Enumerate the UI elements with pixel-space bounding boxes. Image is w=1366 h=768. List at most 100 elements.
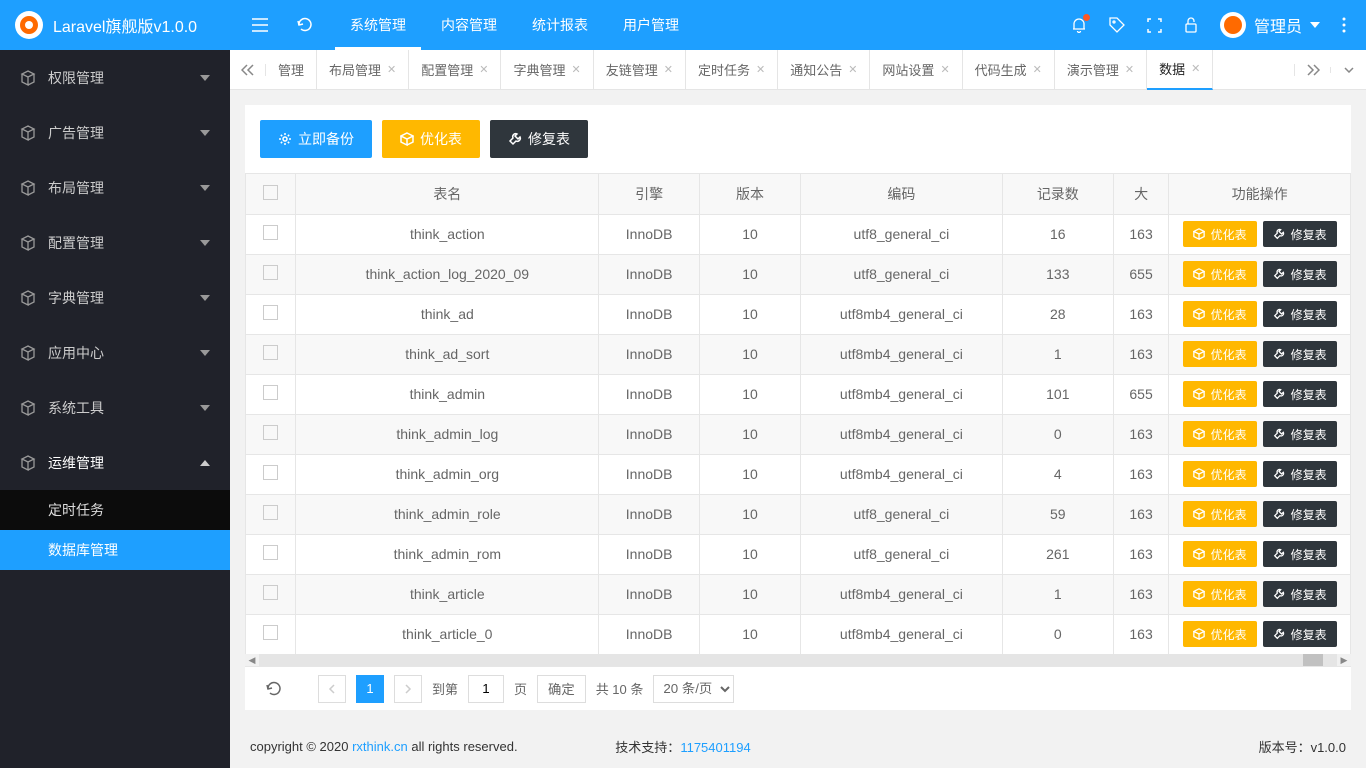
tab[interactable]: 网站设置✕ (870, 50, 962, 90)
row-repair-button[interactable]: 修复表 (1263, 261, 1337, 287)
more-icon[interactable] (1342, 17, 1346, 33)
row-checkbox[interactable] (263, 305, 278, 320)
tab[interactable]: 定时任务✕ (686, 50, 778, 90)
close-icon[interactable]: ✕ (940, 63, 949, 76)
row-repair-button[interactable]: 修复表 (1263, 541, 1337, 567)
sidebar-item[interactable]: 运维管理 (0, 435, 230, 490)
fullscreen-icon[interactable] (1147, 18, 1162, 33)
row-checkbox[interactable] (263, 625, 278, 640)
row-repair-button[interactable]: 修复表 (1263, 501, 1337, 527)
row-optimize-button[interactable]: 优化表 (1183, 501, 1257, 527)
user-menu[interactable]: 管理员 (1220, 12, 1320, 38)
row-optimize-button[interactable]: 优化表 (1183, 581, 1257, 607)
copyright-link[interactable]: rxthink.cn (352, 739, 408, 754)
row-checkbox[interactable] (263, 585, 278, 600)
menu-toggle-icon[interactable] (250, 15, 270, 35)
goto-confirm-button[interactable]: 确定 (537, 675, 586, 703)
tab[interactable]: 管理 (266, 50, 317, 90)
row-repair-button[interactable]: 修复表 (1263, 421, 1337, 447)
row-checkbox[interactable] (263, 545, 278, 560)
row-repair-button[interactable]: 修复表 (1263, 341, 1337, 367)
tab[interactable]: 演示管理✕ (1055, 50, 1147, 90)
page-input[interactable] (468, 675, 504, 703)
row-optimize-button[interactable]: 优化表 (1183, 301, 1257, 327)
sidebar-item[interactable]: 广告管理 (0, 105, 230, 160)
prev-page-button[interactable] (318, 675, 346, 703)
tab[interactable]: 布局管理✕ (317, 50, 409, 90)
close-icon[interactable]: ✕ (756, 63, 765, 76)
refresh-icon[interactable] (295, 15, 315, 35)
tab[interactable]: 配置管理✕ (409, 50, 501, 90)
tag-icon[interactable] (1109, 17, 1125, 33)
sidebar-subitem[interactable]: 定时任务 (0, 490, 230, 530)
topnav-item[interactable]: 统计报表 (517, 0, 603, 50)
tab-menu[interactable] (1330, 67, 1366, 73)
row-checkbox[interactable] (263, 345, 278, 360)
row-repair-button[interactable]: 修复表 (1263, 461, 1337, 487)
row-checkbox[interactable] (263, 465, 278, 480)
tab[interactable]: 友链管理✕ (594, 50, 686, 90)
row-checkbox[interactable] (263, 385, 278, 400)
app-title: Laravel旗舰版v1.0.0 (53, 13, 197, 37)
sidebar-subitem[interactable]: 数据库管理 (0, 530, 230, 570)
tab-scroll-left[interactable] (230, 64, 266, 76)
tab[interactable]: 代码生成✕ (963, 50, 1055, 90)
sidebar-item[interactable]: 字典管理 (0, 270, 230, 325)
row-repair-button[interactable]: 修复表 (1263, 301, 1337, 327)
scroll-thumb[interactable] (1303, 654, 1323, 666)
close-icon[interactable]: ✕ (1125, 63, 1134, 76)
row-optimize-button[interactable]: 优化表 (1183, 341, 1257, 367)
lock-icon[interactable] (1184, 17, 1198, 33)
row-checkbox[interactable] (263, 265, 278, 280)
sidebar-item[interactable]: 应用中心 (0, 325, 230, 380)
scroll-left-arrow[interactable]: ◀ (245, 654, 259, 666)
sidebar-item[interactable]: 系统工具 (0, 380, 230, 435)
optimize-button[interactable]: 优化表 (382, 120, 480, 158)
repair-button[interactable]: 修复表 (490, 120, 588, 158)
topnav-item[interactable]: 内容管理 (426, 0, 512, 50)
scroll-right-arrow[interactable]: ▶ (1337, 654, 1351, 666)
close-icon[interactable]: ✕ (664, 63, 673, 76)
close-icon[interactable]: ✕ (387, 63, 396, 76)
page-1-button[interactable]: 1 (356, 675, 384, 703)
tab-scroll-right[interactable] (1294, 64, 1330, 76)
row-checkbox[interactable] (263, 225, 278, 240)
support-link[interactable]: 1175401194 (680, 740, 750, 755)
row-optimize-button[interactable]: 优化表 (1183, 461, 1257, 487)
row-checkbox[interactable] (263, 505, 278, 520)
topnav-item[interactable]: 系统管理 (335, 0, 421, 50)
tab[interactable]: 字典管理✕ (501, 50, 593, 90)
row-checkbox[interactable] (263, 425, 278, 440)
row-optimize-button[interactable]: 优化表 (1183, 541, 1257, 567)
cell-engine: InnoDB (599, 374, 700, 414)
tab[interactable]: 数据✕ (1147, 50, 1213, 90)
sidebar-item[interactable]: 配置管理 (0, 215, 230, 270)
goto-label: 到第 (432, 679, 458, 698)
tab[interactable]: 通知公告✕ (778, 50, 870, 90)
row-optimize-button[interactable]: 优化表 (1183, 621, 1257, 647)
sidebar-item[interactable]: 布局管理 (0, 160, 230, 215)
close-icon[interactable]: ✕ (1033, 63, 1042, 76)
close-icon[interactable]: ✕ (1191, 62, 1200, 75)
row-repair-button[interactable]: 修复表 (1263, 581, 1337, 607)
page-size-select[interactable]: 20 条/页 (653, 675, 734, 703)
row-optimize-button[interactable]: 优化表 (1183, 381, 1257, 407)
row-repair-button[interactable]: 修复表 (1263, 621, 1337, 647)
sidebar-item[interactable]: 权限管理 (0, 50, 230, 105)
backup-button[interactable]: 立即备份 (260, 120, 372, 158)
close-icon[interactable]: ✕ (848, 63, 857, 76)
horizontal-scrollbar[interactable]: ◀ ▶ (245, 654, 1351, 666)
row-optimize-button[interactable]: 优化表 (1183, 261, 1257, 287)
close-icon[interactable]: ✕ (572, 63, 581, 76)
table-wrap[interactable]: 表名 引擎 版本 编码 记录数 大 功能操作 think_actionInnoD… (245, 173, 1351, 654)
select-all-checkbox[interactable] (263, 185, 278, 200)
row-optimize-button[interactable]: 优化表 (1183, 221, 1257, 247)
next-page-button[interactable] (394, 675, 422, 703)
row-repair-button[interactable]: 修复表 (1263, 381, 1337, 407)
close-icon[interactable]: ✕ (479, 63, 488, 76)
row-repair-button[interactable]: 修复表 (1263, 221, 1337, 247)
row-optimize-button[interactable]: 优化表 (1183, 421, 1257, 447)
bell-icon[interactable] (1071, 17, 1087, 33)
topnav-item[interactable]: 用户管理 (608, 0, 694, 50)
refresh-button[interactable] (260, 675, 288, 703)
